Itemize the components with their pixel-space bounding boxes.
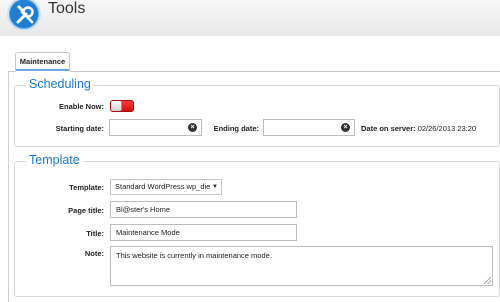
- page-title: Tools: [48, 0, 86, 17]
- enable-now-label: Enable Now:: [58, 102, 104, 111]
- app-header: Tools: [0, 0, 500, 36]
- page-title-label: Page title:: [68, 206, 104, 215]
- scheduling-legend: Scheduling: [26, 77, 94, 91]
- starting-date-clear-icon[interactable]: ×: [188, 123, 197, 132]
- note-label: Note:: [84, 249, 104, 258]
- page-title-input[interactable]: [110, 201, 297, 218]
- ending-date-label: Ending date:: [213, 124, 259, 133]
- tools-logo: [7, 0, 41, 31]
- tab-maintenance[interactable]: Maintenance: [15, 52, 70, 72]
- template-label: Template:: [69, 183, 104, 192]
- title-label: Title:: [86, 229, 104, 238]
- server-date-label: Date on server: 02/26/2013 23:20: [361, 124, 476, 133]
- template-legend: Template: [26, 153, 83, 167]
- enable-now-toggle[interactable]: [110, 100, 134, 112]
- template-selected-value: Standard WordPress wp_die: [115, 182, 211, 191]
- note-text: This website is currently in maintenance…: [116, 251, 272, 260]
- note-textarea[interactable]: This website is currently in maintenance…: [110, 246, 493, 286]
- starting-date-label: Starting date:: [55, 124, 104, 133]
- wrench-screwdriver-icon: [16, 5, 34, 24]
- server-date-label-text: Date on server:: [361, 124, 416, 133]
- ending-date-clear-icon[interactable]: ×: [341, 123, 350, 132]
- title-input[interactable]: [110, 224, 297, 241]
- chevron-down-icon[interactable]: ▼: [212, 180, 218, 194]
- server-date-value: 02/26/2013 23:20: [417, 124, 477, 133]
- toggle-knob[interactable]: [111, 101, 122, 111]
- resize-handle-icon[interactable]: [484, 277, 491, 284]
- template-select[interactable]: Standard WordPress wp_die ▼: [110, 179, 222, 195]
- scheduling-fieldset: [14, 85, 500, 147]
